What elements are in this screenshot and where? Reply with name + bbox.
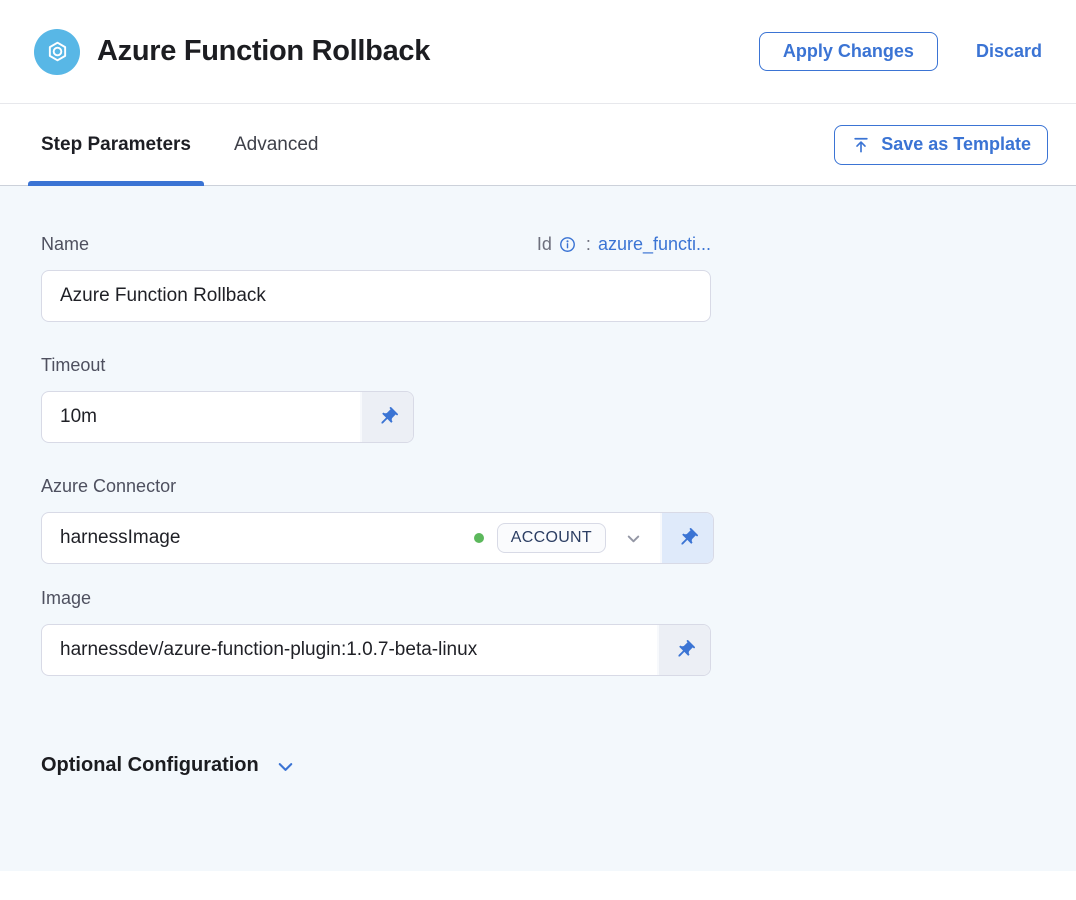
- pin-icon: [674, 639, 696, 661]
- upload-icon: [851, 135, 871, 155]
- info-icon[interactable]: [559, 236, 576, 253]
- save-as-template-button[interactable]: Save as Template: [834, 125, 1048, 165]
- tabs: Step Parameters Advanced: [28, 104, 331, 185]
- save-as-template-label: Save as Template: [881, 134, 1031, 155]
- optional-configuration-toggle[interactable]: Optional Configuration: [41, 752, 297, 778]
- connector-status-dot: [474, 533, 484, 543]
- discard-button[interactable]: Discard: [976, 41, 1042, 62]
- tab-bar: Step Parameters Advanced Save as Templat…: [0, 104, 1076, 186]
- header-title-group: Azure Function Rollback: [34, 29, 430, 75]
- pin-icon: [677, 527, 699, 549]
- azure-connector-select[interactable]: harnessImage ACCOUNT: [42, 513, 660, 563]
- name-field: Name Id : azure_functi...: [41, 234, 1035, 322]
- connector-scope-badge: ACCOUNT: [497, 523, 606, 553]
- image-pin-button[interactable]: [657, 625, 710, 675]
- apply-changes-button[interactable]: Apply Changes: [759, 32, 938, 71]
- optional-configuration-label: Optional Configuration: [41, 754, 259, 777]
- timeout-input[interactable]: [42, 392, 360, 442]
- timeout-label: Timeout: [41, 355, 105, 376]
- image-input[interactable]: [42, 625, 657, 675]
- header-actions: Apply Changes Discard: [759, 32, 1042, 71]
- form-area: Name Id : azure_functi...: [0, 186, 1076, 871]
- name-label: Name: [41, 234, 89, 255]
- timeout-pin-button[interactable]: [360, 392, 413, 442]
- tab-step-parameters-label: Step Parameters: [41, 134, 191, 156]
- timeout-field: Timeout: [41, 355, 1035, 443]
- step-id-link[interactable]: azure_functi...: [598, 234, 711, 255]
- id-separator: :: [586, 234, 591, 255]
- image-field: Image: [41, 588, 1035, 676]
- page-title: Azure Function Rollback: [97, 35, 430, 68]
- azure-connector-label: Azure Connector: [41, 476, 176, 497]
- step-config-panel: Azure Function Rollback Apply Changes Di…: [0, 0, 1076, 900]
- name-input[interactable]: [41, 270, 711, 322]
- connector-pin-button[interactable]: [660, 513, 713, 563]
- step-id-row: Id : azure_functi...: [537, 234, 711, 255]
- chevron-down-icon: [274, 755, 297, 778]
- chevron-down-icon: [624, 529, 643, 548]
- id-label: Id: [537, 234, 552, 255]
- footer-strip: [0, 871, 1076, 900]
- image-label: Image: [41, 588, 91, 609]
- header: Azure Function Rollback Apply Changes Di…: [0, 0, 1076, 104]
- connector-value: harnessImage: [60, 527, 461, 549]
- tab-step-parameters[interactable]: Step Parameters: [28, 104, 204, 185]
- azure-function-step-icon: [34, 29, 80, 75]
- tab-advanced-label: Advanced: [234, 134, 319, 156]
- pin-icon: [377, 406, 399, 428]
- tab-advanced[interactable]: Advanced: [221, 104, 332, 185]
- azure-connector-field: Azure Connector harnessImage ACCOUNT: [41, 476, 1035, 564]
